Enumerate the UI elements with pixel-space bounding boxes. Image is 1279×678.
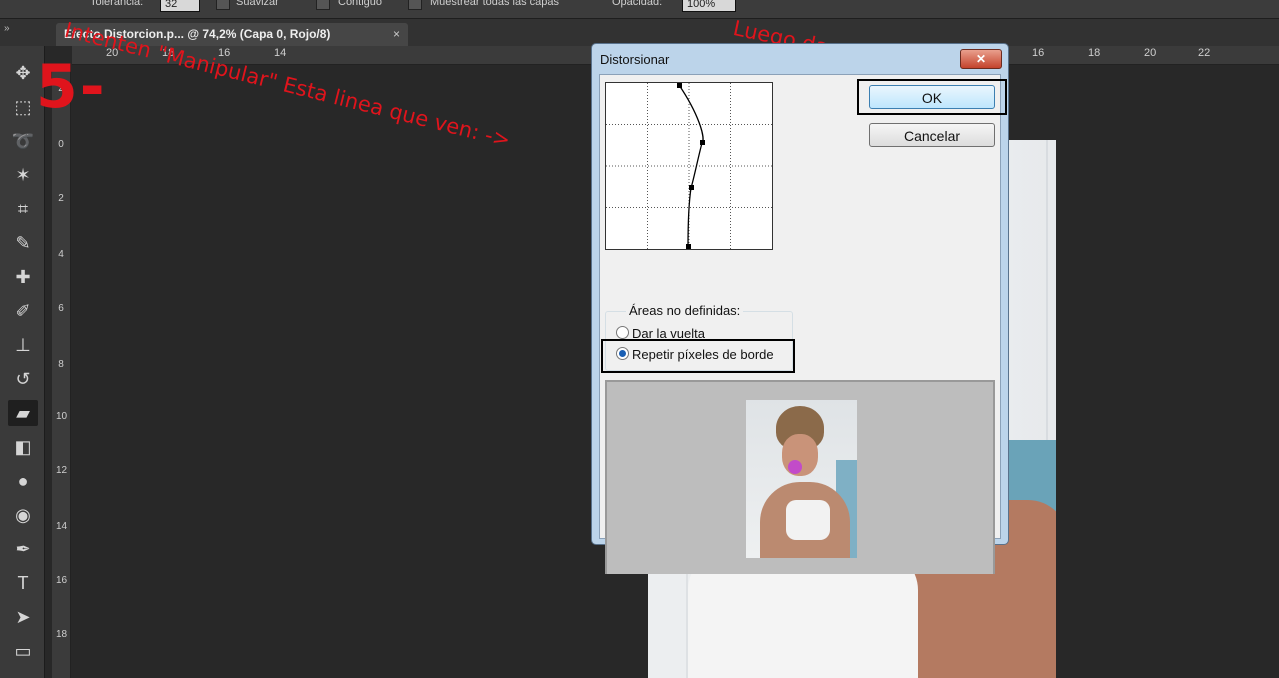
eyedropper-icon[interactable]: ✎: [8, 230, 38, 256]
preview-area: [605, 380, 995, 574]
ruler-tick-label: 6: [58, 303, 64, 314]
ruler-tick-label: 14: [274, 47, 287, 59]
dodge-icon[interactable]: ◉: [8, 502, 38, 528]
curve-point[interactable]: [700, 140, 705, 145]
history-brush-icon[interactable]: ↺: [8, 366, 38, 392]
step-number-annotation: 5-: [36, 52, 107, 122]
ruler-tick-label: 20: [1144, 47, 1157, 59]
cancel-button[interactable]: Cancelar: [869, 123, 995, 147]
ok-button[interactable]: OK: [869, 85, 995, 109]
lasso-icon[interactable]: ➰: [8, 128, 38, 154]
move-icon[interactable]: ✥: [8, 60, 38, 86]
ruler-tick-label: 22: [1198, 47, 1211, 59]
curve-point[interactable]: [686, 244, 691, 249]
close-tab-icon[interactable]: ×: [393, 23, 400, 46]
paint-bucket-icon[interactable]: ◧: [8, 434, 38, 460]
brush-icon[interactable]: ✐: [8, 298, 38, 324]
curve-point[interactable]: [677, 83, 682, 88]
smooth-checkbox[interactable]: [216, 0, 230, 10]
ruler-tick-label: 16: [1032, 47, 1045, 59]
path-select-icon[interactable]: ➤: [8, 604, 38, 630]
panel-toggle-icon[interactable]: »: [4, 23, 10, 34]
tolerance-input[interactable]: 32: [160, 0, 200, 12]
ruler-tick-label: 14: [56, 521, 68, 532]
stamp-icon[interactable]: ⊥: [8, 332, 38, 358]
ruler-tick-label: 16: [56, 575, 68, 586]
ruler-tick-label: 2: [58, 193, 64, 204]
dialog-close-icon[interactable]: ✕: [960, 49, 1002, 69]
tools-panel: ✥ ⬚ ➰ ✶ ⌗ ✎ ✚ ✐ ⊥ ↺ ▰ ◧ ● ◉ ✒ T ➤ ▭: [0, 46, 45, 678]
magic-wand-icon[interactable]: ✶: [8, 162, 38, 188]
curve-grid: [606, 83, 772, 249]
pen-icon[interactable]: ✒: [8, 536, 38, 562]
tolerance-label: Tolerancia:: [90, 0, 144, 8]
repeat-edge-highlight-box: [601, 339, 795, 373]
opacity-input[interactable]: 100%: [682, 0, 736, 12]
ruler-tick-label: 8: [58, 359, 64, 370]
vertical-ruler: 2 0 2 4 6 8 10 12 14 16 18: [52, 64, 71, 678]
curve-point[interactable]: [689, 185, 694, 190]
blur-icon[interactable]: ●: [8, 468, 38, 494]
contiguous-checkbox[interactable]: [316, 0, 330, 10]
ruler-tick-label: 10: [56, 411, 68, 422]
sample-all-label: Muestrear todas las capas: [430, 0, 560, 8]
options-bar: Tolerancia: 32 Suavizar Contiguo Muestre…: [0, 0, 1279, 19]
sample-all-checkbox[interactable]: [408, 0, 422, 10]
distort-dialog: Distorsionar ✕ OK Cancelar Áreas no defi…: [591, 43, 1009, 574]
type-icon[interactable]: T: [8, 570, 38, 596]
radio-wrap-around-icon[interactable]: [616, 326, 629, 339]
flower-icon: [788, 460, 802, 474]
dialog-body: OK Cancelar Áreas no definidas: Dar la v…: [599, 74, 1007, 574]
contiguous-label: Contiguo: [338, 0, 383, 8]
opacity-label: Opacidad:: [612, 0, 663, 8]
preview-thumbnail: [746, 400, 857, 558]
dialog-title: Distorsionar: [600, 52, 670, 67]
ruler-tick-label: 18: [1088, 47, 1101, 59]
ruler-tick-label: 18: [56, 629, 68, 640]
ruler-tick-label: 12: [56, 465, 68, 476]
undefined-areas-label: Áreas no definidas:: [626, 303, 744, 318]
marquee-icon[interactable]: ⬚: [8, 94, 38, 120]
dialog-titlebar[interactable]: Distorsionar ✕: [592, 44, 1008, 74]
tab-strip: » Efecto Distorcion.p... @ 74,2% (Capa 0…: [0, 19, 1279, 46]
healing-brush-icon[interactable]: ✚: [8, 264, 38, 290]
eraser-icon[interactable]: ▰: [8, 400, 38, 426]
smooth-label: Suavizar: [236, 0, 279, 8]
ruler-tick-label: 4: [58, 249, 64, 260]
ruler-tick-label: 0: [58, 139, 64, 150]
distortion-curve-editor[interactable]: [605, 82, 773, 250]
rectangle-icon[interactable]: ▭: [8, 638, 38, 664]
crop-icon[interactable]: ⌗: [8, 196, 38, 222]
